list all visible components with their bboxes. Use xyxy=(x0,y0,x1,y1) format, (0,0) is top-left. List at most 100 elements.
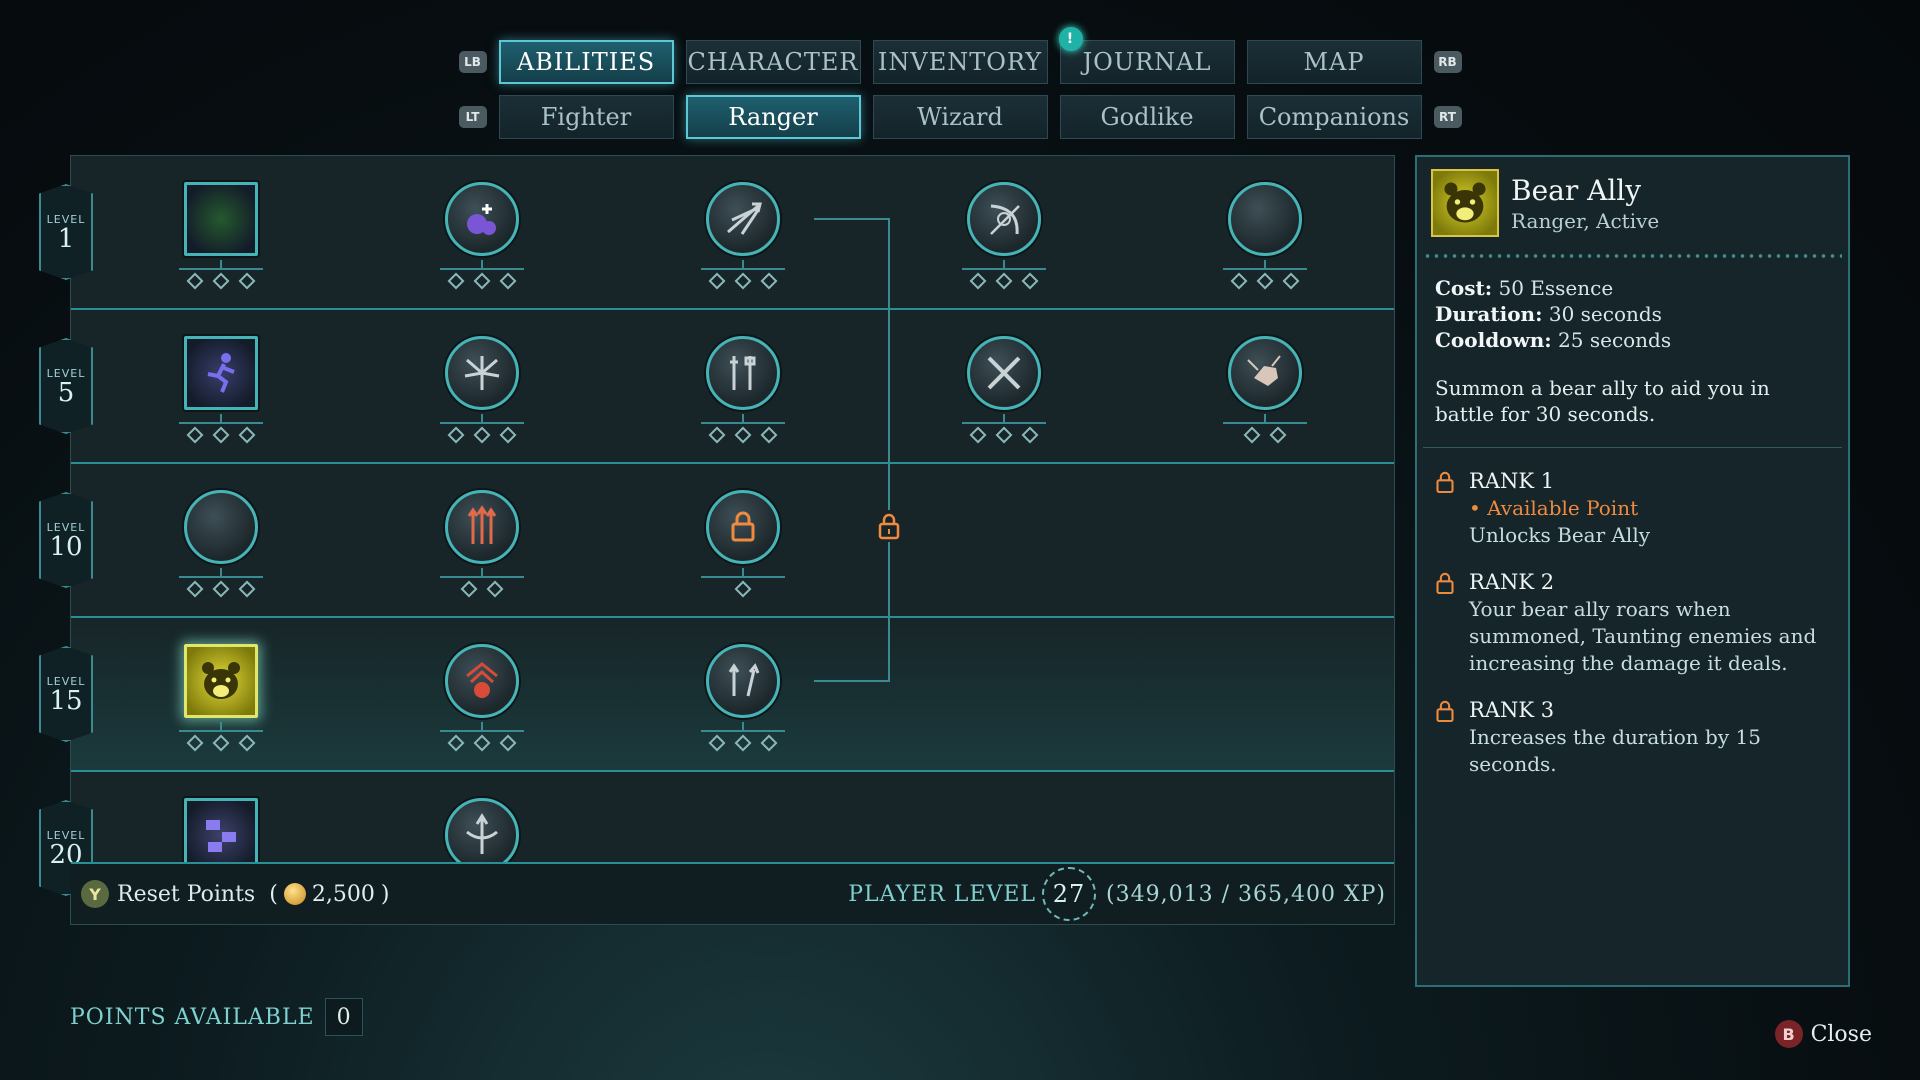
ability-node[interactable] xyxy=(952,336,1046,451)
rank-pip xyxy=(708,426,726,444)
player-level-label: PLAYER LEVEL xyxy=(848,881,1037,907)
tab-map[interactable]: MAP xyxy=(1246,40,1422,84)
cooldown-value: 25 seconds xyxy=(1558,328,1672,352)
rank-pip xyxy=(186,272,204,290)
tab-fighter[interactable]: Fighter xyxy=(498,95,674,139)
reset-points-button[interactable]: Reset Points xyxy=(117,882,255,907)
rank-pip xyxy=(1269,426,1287,444)
vine-icon xyxy=(184,182,258,256)
rank-pips xyxy=(962,272,1046,290)
ability-node[interactable] xyxy=(430,644,524,759)
rank-pip xyxy=(499,272,517,290)
level-badge: LEVEL 5 xyxy=(39,338,93,434)
multi-arrow-icon xyxy=(706,182,780,256)
dash-figure-icon xyxy=(184,336,258,410)
ability-node[interactable] xyxy=(430,182,524,297)
notification-icon: ! xyxy=(1058,27,1083,51)
ability-node[interactable] xyxy=(691,490,785,605)
coin-icon xyxy=(283,883,306,905)
bear-icon xyxy=(184,644,258,718)
rank-pip xyxy=(995,272,1013,290)
rank-pip xyxy=(473,426,491,444)
ability-name: Bear Ally xyxy=(1511,173,1642,207)
ability-node[interactable] xyxy=(1213,336,1307,451)
triple-arrow-icon xyxy=(445,490,519,564)
ability-node[interactable] xyxy=(169,490,263,605)
crossbow-icon xyxy=(445,798,519,872)
tab-abilities[interactable]: ABILITIES xyxy=(498,40,674,84)
prerequisite-line xyxy=(814,218,890,220)
main-tabs: LB ABILITIES CHARACTER INVENTORY ! JOURN… xyxy=(0,27,1920,84)
potion-icon xyxy=(445,182,519,256)
points-available: POINTS AVAILABLE 0 xyxy=(70,998,363,1036)
rank-pip xyxy=(1256,272,1274,290)
rank-pips xyxy=(701,272,785,290)
tab-godlike[interactable]: Godlike xyxy=(1059,95,1235,139)
rank-pips xyxy=(701,580,785,598)
rank-pips xyxy=(179,580,263,598)
points-available-value: 0 xyxy=(324,998,363,1036)
rank-pip xyxy=(238,426,256,444)
rank-pip xyxy=(760,734,778,752)
rb-button[interactable]: RB xyxy=(1433,51,1462,73)
ability-node[interactable] xyxy=(952,182,1046,297)
rt-button[interactable]: RT xyxy=(1433,106,1462,128)
xp-progress: (349,013 / 365,400 XP) xyxy=(1106,881,1386,907)
ability-detail-panel: Bear Ally Ranger, Active Cost: 50 Essenc… xyxy=(1415,155,1850,987)
tab-journal[interactable]: ! JOURNAL xyxy=(1058,27,1235,84)
player-level: PLAYER LEVEL 27 (349,013 / 365,400 XP) xyxy=(848,867,1394,921)
rank-pip xyxy=(186,734,204,752)
ability-node[interactable] xyxy=(691,336,785,451)
player-level-value: 27 xyxy=(1042,867,1097,921)
cost-value: 50 Essence xyxy=(1498,276,1614,300)
rank-pip xyxy=(238,734,256,752)
flurry-icon xyxy=(184,798,258,872)
ability-grid: LEVEL 1 LEVEL 5 LEVEL 10 LEVEL 15 LEVEL … xyxy=(39,155,1395,925)
ability-node[interactable] xyxy=(430,490,524,605)
lb-button[interactable]: LB xyxy=(458,51,487,73)
duration-value: 30 seconds xyxy=(1548,302,1662,326)
reset-cost-value: 2,500 xyxy=(311,881,375,907)
rank-pip xyxy=(995,426,1013,444)
rank-pips xyxy=(179,734,263,752)
rank-pips xyxy=(440,426,524,444)
rank-pip xyxy=(486,580,504,598)
tab-wizard[interactable]: Wizard xyxy=(872,95,1048,139)
lock-icon xyxy=(1436,572,1454,595)
rank-pip xyxy=(447,734,465,752)
rank-pips xyxy=(1223,426,1307,444)
rank-pips xyxy=(179,272,263,290)
y-button-icon[interactable]: Y xyxy=(81,880,109,908)
ability-node[interactable] xyxy=(169,182,263,297)
rank-pip xyxy=(212,272,230,290)
rank-pips xyxy=(440,580,524,598)
tab-character[interactable]: CHARACTER xyxy=(685,40,861,84)
rank-pip xyxy=(1243,426,1261,444)
tab-ranger[interactable]: Ranger xyxy=(685,95,861,139)
fist-strike-icon xyxy=(1228,336,1302,410)
b-button-icon: B xyxy=(1774,1020,1803,1048)
ability-node[interactable] xyxy=(169,336,263,451)
rank-pips xyxy=(962,426,1046,444)
rank-pip xyxy=(1230,272,1248,290)
ability-node[interactable] xyxy=(691,644,785,759)
rank-pip xyxy=(708,272,726,290)
ability-node[interactable] xyxy=(691,182,785,297)
ability-stats: Cost: 50 Essence Duration: 30 seconds Co… xyxy=(1435,276,1672,352)
tab-companions[interactable]: Companions xyxy=(1246,95,1422,139)
rank-pip xyxy=(447,426,465,444)
close-button[interactable]: B Close xyxy=(1774,1020,1872,1048)
rank-pip xyxy=(460,580,478,598)
rank-pip xyxy=(734,580,752,598)
ability-node[interactable] xyxy=(169,644,263,759)
ability-node[interactable] xyxy=(1213,182,1307,297)
tab-inventory[interactable]: INVENTORY xyxy=(872,40,1048,84)
rank-pip xyxy=(473,272,491,290)
ability-node[interactable] xyxy=(430,336,524,451)
lt-button[interactable]: LT xyxy=(458,106,487,128)
prerequisite-line xyxy=(888,218,890,510)
level-badge: LEVEL 1 xyxy=(39,184,93,280)
rank-pip xyxy=(499,734,517,752)
divider xyxy=(1423,251,1842,261)
leap-icon xyxy=(184,490,258,564)
